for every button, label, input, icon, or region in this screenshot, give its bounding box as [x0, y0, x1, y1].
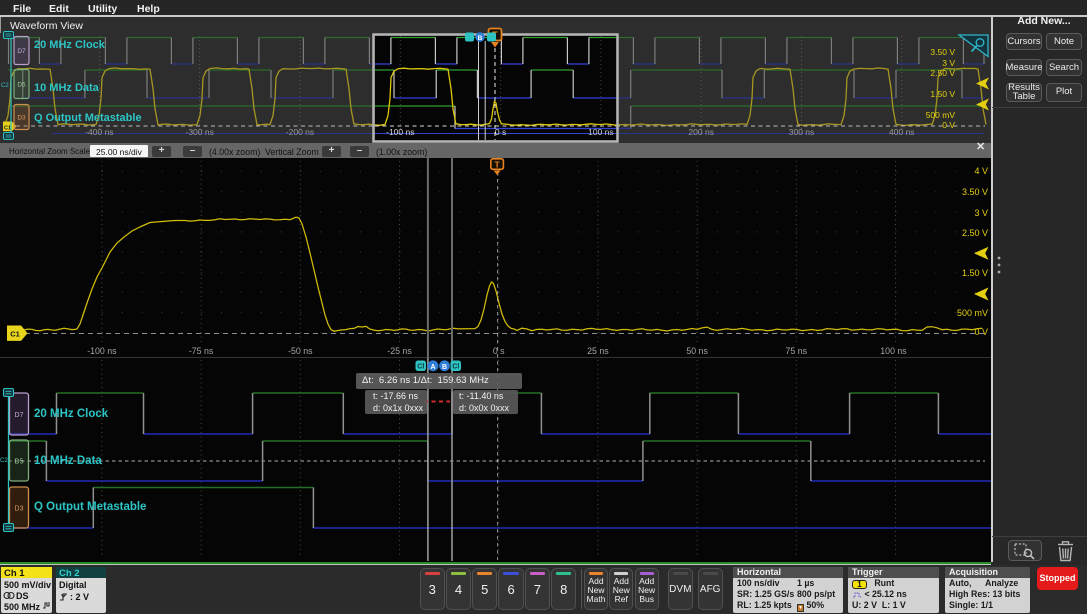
svg-text:C1: C1 [10, 329, 20, 338]
svg-text:B: B [442, 364, 447, 371]
svg-text:Cl: Cl [452, 364, 459, 371]
svg-text:D7: D7 [17, 48, 26, 55]
svg-text:Cl: Cl [417, 364, 424, 371]
svg-text:D3: D3 [15, 505, 24, 512]
svg-text:D5: D5 [15, 458, 24, 465]
svg-text:B: B [478, 35, 483, 42]
svg-text:D5: D5 [17, 82, 26, 89]
svg-text:T: T [494, 159, 500, 169]
svg-text:D7: D7 [15, 412, 24, 419]
svg-text:A: A [430, 364, 435, 371]
svg-text:C1: C1 [4, 125, 11, 131]
svg-text:D3: D3 [17, 115, 26, 122]
